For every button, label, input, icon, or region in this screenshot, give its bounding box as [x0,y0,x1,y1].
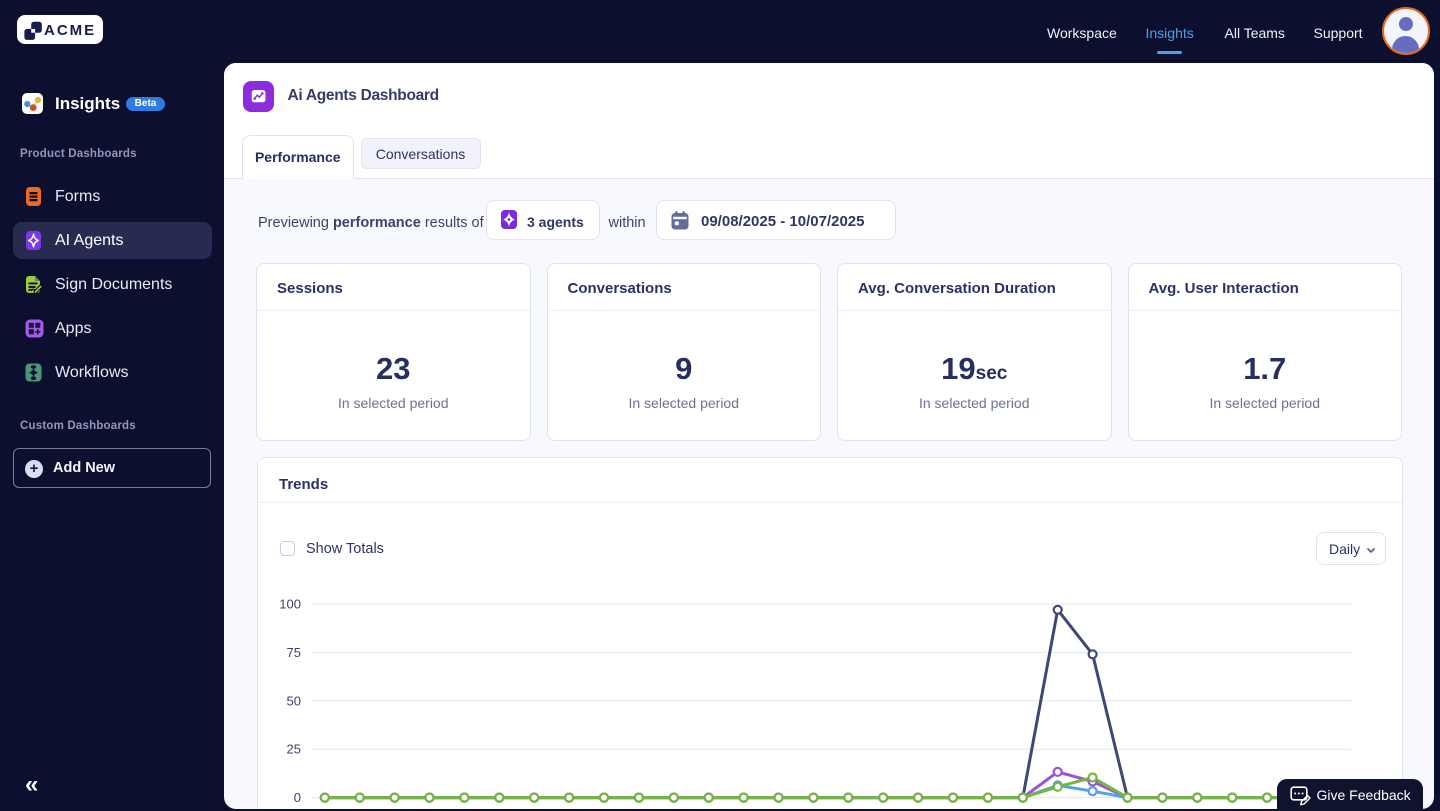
svg-text:75: 75 [287,645,301,660]
svg-text:50: 50 [287,693,301,708]
svg-text:0: 0 [294,790,301,805]
svg-text:100: 100 [279,597,301,612]
svg-text:25: 25 [287,742,301,757]
